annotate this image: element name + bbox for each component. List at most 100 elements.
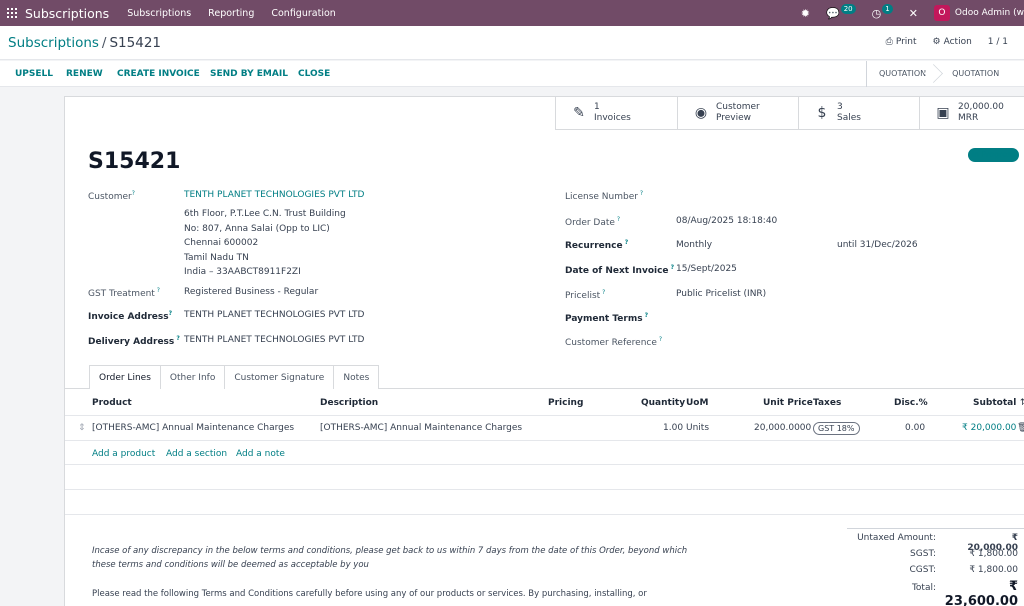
cgst-value: ₹ 1,800.00 — [969, 565, 1018, 575]
stage-bar: QUOTATION QUOTATION SENT — [866, 61, 1024, 104]
stage-quotation[interactable]: QUOTATION — [867, 61, 940, 87]
customer-field[interactable]: TENTH PLANET TECHNOLOGIES PVT LTD — [184, 190, 365, 200]
header-divider — [65, 415, 1024, 416]
terms-italic-text[interactable]: Incase of any discrepancy in the below t… — [92, 544, 687, 572]
delivery-address-label: Delivery Address ? — [88, 335, 180, 347]
app-name[interactable]: Subscriptions — [25, 6, 109, 21]
app-menu-icon[interactable] — [1, 0, 23, 26]
col-disc[interactable]: Disc.% — [894, 398, 928, 408]
status-badge: In Progress — [968, 148, 1019, 162]
invoices-smart-button[interactable]: ✎ 1 Invoices — [555, 97, 678, 130]
col-product[interactable]: Product — [92, 398, 132, 408]
sales-smart-button[interactable]: $ 3 Sales — [798, 97, 920, 130]
avatar[interactable]: O — [933, 5, 950, 21]
next-invoice-field[interactable]: 15/Sept/2025 — [676, 264, 737, 274]
tab-other-info[interactable]: Other Info — [159, 365, 226, 389]
menu-configuration[interactable]: Configuration — [271, 8, 335, 19]
breadcrumb-current: S15421 — [109, 35, 161, 51]
globe-icon: ◉ — [694, 105, 708, 121]
money-icon: ▣ — [936, 105, 950, 121]
row-product[interactable]: [OTHERS-AMC] Annual Maintenance Charges — [92, 423, 294, 433]
customer-preview-smart-button[interactable]: ◉ Customer Preview — [677, 97, 799, 130]
invoice-address-label: Invoice Address? — [88, 310, 173, 322]
col-unit-price[interactable]: Unit Price — [763, 398, 813, 408]
payment-terms-label: Payment Terms ? — [565, 312, 649, 324]
renew-button[interactable]: RENEW — [66, 69, 103, 79]
customer-address: 6th Floor, P.T.Lee C.N. Trust Building N… — [184, 209, 346, 277]
sgst-label: SGST: — [910, 549, 936, 559]
col-taxes[interactable]: Taxes — [813, 398, 841, 408]
add-note-link[interactable]: Add a note — [236, 449, 285, 459]
close-button[interactable]: CLOSE — [298, 69, 330, 79]
debug-bug-icon[interactable]: ✹ — [801, 7, 810, 20]
drag-handle-icon[interactable]: ⇕ — [78, 423, 86, 433]
col-description[interactable]: Description — [320, 398, 378, 408]
menu-reporting[interactable]: Reporting — [208, 8, 254, 19]
customer-reference-label: Customer Reference ? — [565, 336, 662, 348]
tools-icon[interactable]: ✕ — [909, 7, 918, 20]
gst-treatment-field[interactable]: Registered Business - Regular — [184, 287, 318, 297]
create-invoice-button[interactable]: CREATE INVOICE — [117, 69, 200, 79]
control-panel: Subscriptions / S15421 ⎙ Print ⚙ Action 1 / … — [0, 26, 1024, 60]
breadcrumb-separator: / — [101, 35, 107, 51]
user-name[interactable]: Odoo Admin (w — [955, 8, 1024, 18]
print-button[interactable]: ⎙ Print — [886, 37, 917, 47]
col-pricing[interactable]: Pricing — [548, 398, 583, 408]
customer-label: Customer? — [88, 190, 135, 202]
top-navbar: Subscriptions Subscriptions Reporting Co… — [0, 0, 1024, 26]
pencil-square-icon: ✎ — [573, 105, 585, 121]
activities-clock-icon[interactable]: ◷ 1 — [872, 4, 893, 20]
untaxed-amount-label: Untaxed Amount: — [857, 533, 936, 543]
trash-icon[interactable]: 🗑 — [1017, 423, 1024, 433]
recurrence-field[interactable]: Monthly — [676, 240, 712, 250]
row-discount[interactable]: 0.00 — [905, 423, 925, 433]
send-by-email-button[interactable]: SEND BY EMAIL — [210, 69, 288, 79]
pricelist-label: Pricelist ? — [565, 289, 606, 301]
row-description[interactable]: [OTHERS-AMC] Annual Maintenance Charges — [320, 423, 522, 433]
delivery-address-field[interactable]: TENTH PLANET TECHNOLOGIES PVT LTD — [184, 335, 365, 345]
row-tax-badge[interactable]: GST 18% — [813, 422, 860, 435]
dollar-icon: $ — [817, 105, 827, 121]
cgst-label: CGST: — [909, 565, 936, 575]
action-button[interactable]: ⚙ Action — [933, 37, 972, 47]
end-date-field[interactable]: until 31/Dec/2026 — [837, 240, 918, 250]
mrr-smart-button[interactable]: ▣ 20,000.00 MRR — [919, 97, 1024, 130]
sgst-value: ₹ 1,800.00 — [969, 549, 1018, 559]
pager[interactable]: 1 / 1 — [988, 37, 1008, 47]
gst-treatment-label: GST Treatment ? — [88, 287, 160, 299]
tab-notes[interactable]: Notes — [333, 365, 380, 389]
add-product-link[interactable]: Add a product — [92, 449, 155, 459]
row-uom[interactable]: Units — [686, 423, 709, 433]
printer-icon: ⎙ — [885, 37, 893, 47]
row-quantity[interactable]: 1.00 — [663, 423, 683, 433]
row-unit-price[interactable]: 20,000.0000 — [754, 423, 811, 433]
upsell-button[interactable]: UPSELL — [15, 69, 53, 79]
tab-order-lines[interactable]: Order Lines — [89, 365, 161, 389]
col-quantity[interactable]: Quantity — [641, 398, 685, 408]
column-options-icon[interactable]: ⇅ — [1020, 398, 1024, 408]
invoice-address-field[interactable]: TENTH PLANET TECHNOLOGIES PVT LTD — [184, 310, 365, 320]
breadcrumb-parent[interactable]: Subscriptions — [8, 35, 99, 51]
recurrence-label: Recurrence ? — [565, 239, 629, 251]
row-subtotal: ₹ 20,000.00 — [962, 423, 1017, 433]
status-bar: UPSELL RENEW CREATE INVOICE SEND BY EMAI… — [0, 61, 1024, 104]
add-line-divider — [65, 464, 1024, 465]
activities-badge: 1 — [882, 4, 893, 14]
license-number-label: License Number ? — [565, 190, 644, 202]
terms-text[interactable]: Please read the following Terms and Cond… — [92, 587, 647, 601]
col-uom[interactable]: UoM — [686, 398, 708, 408]
menu-subscriptions[interactable]: Subscriptions — [127, 8, 191, 19]
pricelist-field[interactable]: Public Pricelist (INR) — [676, 289, 766, 299]
stage-quotation-sent[interactable]: QUOTATION SENT — [940, 61, 1024, 104]
row-divider — [65, 440, 1024, 441]
next-invoice-label: Date of Next Invoice ? — [565, 264, 675, 276]
order-date-field[interactable]: 08/Aug/2025 18:18:40 — [676, 216, 777, 226]
add-section-link[interactable]: Add a section — [166, 449, 227, 459]
tab-customer-signature[interactable]: Customer Signature — [224, 365, 335, 389]
notebook-tabs: Order Lines Other Info Customer Signatur… — [89, 365, 380, 389]
messages-icon[interactable]: 💬 20 — [826, 4, 856, 20]
col-subtotal[interactable]: Subtotal — [973, 398, 1016, 408]
total-value: ₹ 23,600.00 — [944, 579, 1018, 606]
gear-icon: ⚙ — [932, 37, 941, 47]
empty-row-divider — [65, 489, 1024, 490]
